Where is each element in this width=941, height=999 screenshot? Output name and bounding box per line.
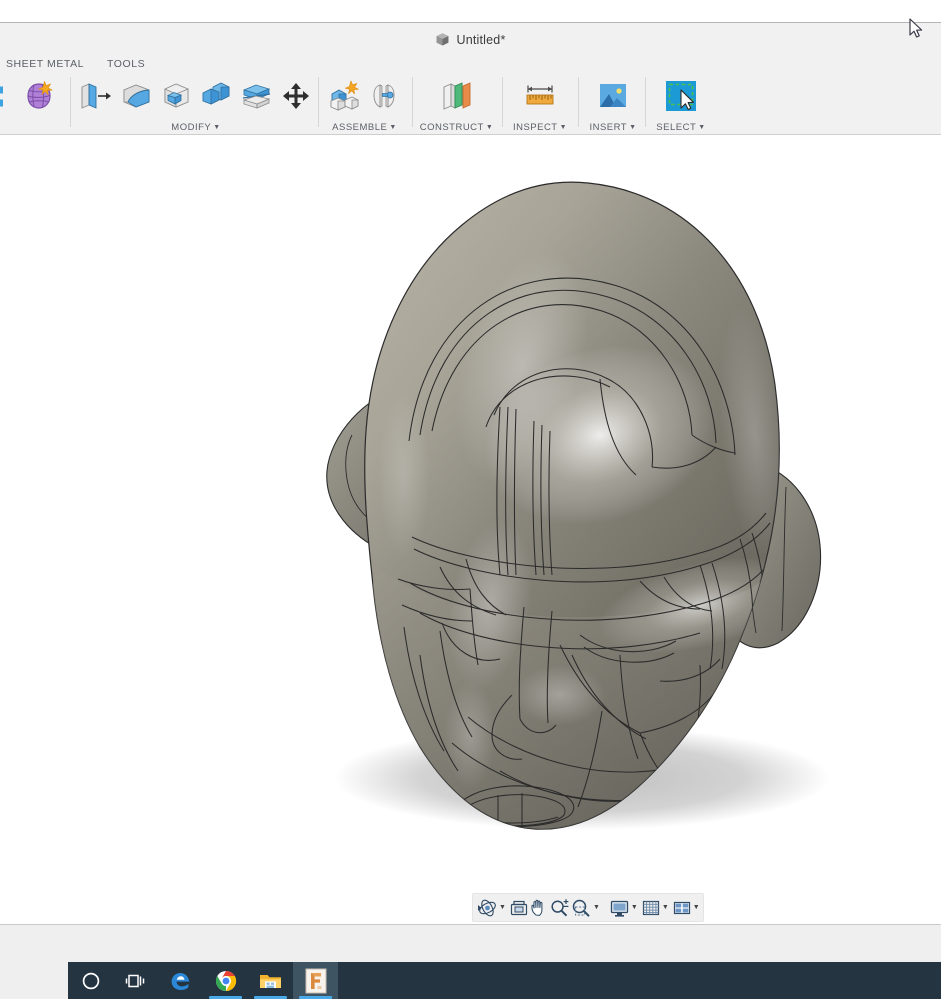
ribbon-group-create [0, 75, 68, 134]
group-label-construct-text: CONSTRUCT [419, 122, 484, 133]
move-copy-icon[interactable] [276, 76, 316, 116]
windows-taskbar [68, 962, 941, 999]
group-label-select[interactable]: SELECT ▼ [651, 122, 711, 133]
group-label-insert-text: INSERT [589, 122, 628, 133]
display-settings-icon[interactable] [609, 895, 630, 920]
group-label-inspect[interactable]: INSPECT ▼ [508, 122, 572, 133]
ribbon-group-select: SELECT ▼ [651, 75, 711, 134]
document-tab[interactable]: Untitled* [0, 23, 941, 56]
ribbon-group-modify: MODIFY ▼ [76, 75, 316, 134]
ribbon-group-assemble: ASSEMBLE ▼ [324, 75, 405, 134]
offset-plane-icon[interactable] [437, 76, 477, 116]
chrome-icon[interactable] [203, 962, 248, 999]
view-navigation-bar: ▼ ▼ ▼ ▼ ▼ [472, 893, 704, 922]
tab-sheet-metal[interactable]: SHEET METAL [6, 58, 84, 70]
chevron-down-icon: ▼ [389, 124, 397, 131]
ribbon-group-inspect: INSPECT ▼ [508, 75, 572, 134]
ribbon-group-construct: CONSTRUCT ▼ [418, 75, 495, 134]
look-at-icon[interactable] [509, 895, 529, 920]
group-label-modify[interactable]: MODIFY ▼ [76, 122, 316, 133]
measure-icon[interactable] [520, 76, 560, 116]
chevron-down-icon[interactable]: ▼ [662, 904, 669, 911]
zoom-icon[interactable] [549, 895, 570, 920]
group-label-select-text: SELECT [656, 122, 697, 133]
group-separator [502, 77, 503, 127]
new-component-icon[interactable] [324, 76, 364, 116]
pan-icon[interactable] [529, 895, 549, 920]
desktop-top-strip [0, 0, 941, 22]
create-form-icon[interactable] [18, 76, 58, 116]
select-window-icon[interactable] [661, 76, 701, 116]
group-label-inspect-text: INSPECT [512, 122, 558, 133]
zoom-window-icon[interactable] [570, 895, 592, 920]
group-label-assemble[interactable]: ASSEMBLE ▼ [324, 122, 405, 133]
group-separator [318, 77, 319, 127]
edge-icon[interactable] [158, 962, 203, 999]
joint-icon[interactable] [364, 76, 404, 116]
timeline-panel [0, 924, 941, 963]
group-separator [578, 77, 579, 127]
shell-icon[interactable] [156, 76, 196, 116]
group-label-insert[interactable]: INSERT ▼ [584, 122, 642, 133]
group-separator [412, 77, 413, 127]
group-label-construct[interactable]: CONSTRUCT ▼ [418, 122, 495, 133]
viewport-canvas[interactable] [0, 135, 941, 924]
fusion360-icon[interactable] [293, 962, 338, 999]
ribbon: SHEET METAL TOOLS MODIFY ▼ ASSEMBLE ▼ CO… [0, 56, 941, 135]
chevron-down-icon: ▼ [629, 124, 637, 131]
create-sketch-partial-icon[interactable] [0, 76, 18, 116]
group-label-modify-text: MODIFY [171, 122, 212, 133]
file-explorer-icon[interactable] [248, 962, 293, 999]
chevron-down-icon: ▼ [485, 124, 494, 131]
combine-icon[interactable] [196, 76, 236, 116]
fillet-icon[interactable] [116, 76, 156, 116]
chevron-down-icon: ▼ [213, 124, 221, 131]
group-label-assemble-text: ASSEMBLE [332, 122, 388, 133]
desktop-left-area [0, 962, 68, 999]
viewports-icon[interactable] [672, 895, 692, 920]
group-separator [70, 77, 71, 127]
tab-tools[interactable]: TOOLS [107, 58, 145, 70]
fusion360-window: Untitled* SHEET METAL TOOLS MODIFY ▼ ASS… [0, 0, 941, 999]
cube-icon [437, 33, 449, 46]
ribbon-groups: MODIFY ▼ ASSEMBLE ▼ CONSTRUCT ▼ INSPECT … [0, 75, 941, 134]
title-bar: Untitled* [0, 23, 941, 57]
chevron-down-icon: ▼ [559, 124, 568, 131]
cortana-icon[interactable] [68, 962, 113, 999]
document-title: Untitled* [456, 32, 506, 47]
orbit-icon[interactable] [477, 895, 498, 920]
chevron-down-icon: ▼ [698, 124, 706, 131]
chevron-down-icon[interactable]: ▼ [593, 904, 600, 911]
head-surface-model [326, 181, 830, 830]
group-separator [645, 77, 646, 127]
chevron-down-icon[interactable]: ▼ [693, 904, 700, 911]
insert-image-icon[interactable] [593, 76, 633, 116]
split-face-icon[interactable] [236, 76, 276, 116]
chevron-down-icon[interactable]: ▼ [631, 904, 638, 911]
press-pull-icon[interactable] [76, 76, 116, 116]
chevron-down-icon[interactable]: ▼ [499, 904, 506, 911]
ribbon-group-insert: INSERT ▼ [584, 75, 642, 134]
grid-snaps-icon[interactable] [641, 895, 661, 920]
task-view-icon[interactable] [113, 962, 158, 999]
